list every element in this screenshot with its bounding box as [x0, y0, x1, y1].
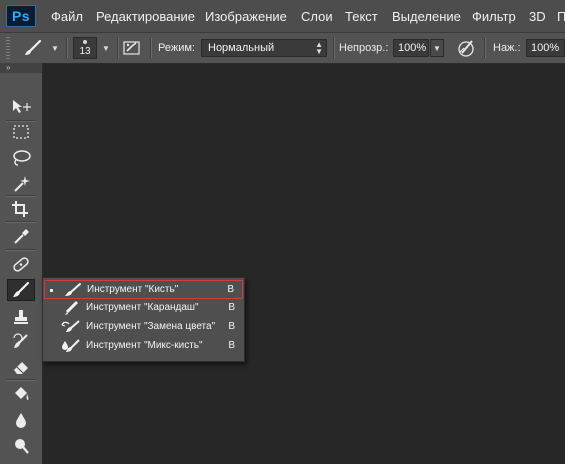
selected-bullet-icon — [50, 289, 53, 292]
history-brush-icon — [13, 333, 28, 348]
flyout-item-label: Инструмент "Карандаш" — [86, 302, 199, 313]
opacity-value: 100% — [398, 42, 427, 54]
menu-select[interactable]: Выделение — [392, 9, 461, 24]
brush-tip-icon — [83, 40, 87, 44]
tool-preset-picker[interactable] — [20, 38, 46, 58]
menu-edit[interactable]: Редактирование — [96, 9, 195, 24]
eraser-tool[interactable] — [7, 356, 35, 378]
chevron-down-icon[interactable]: ▼ — [50, 41, 60, 55]
options-bar-grip[interactable] — [6, 37, 10, 59]
menu-image[interactable]: Изображение — [205, 9, 287, 24]
flyout-item-label: Инструмент "Микс-кисть" — [86, 340, 203, 351]
collapse-icon[interactable]: » — [6, 63, 10, 72]
menu-filter[interactable]: Фильтр — [472, 9, 516, 24]
marquee-tool[interactable] — [7, 121, 35, 143]
chevron-down-icon[interactable]: ▼ — [99, 39, 113, 57]
menu-layers[interactable]: Слои — [301, 9, 333, 24]
flyout-item-pencil[interactable]: Инструмент "Карандаш" B — [44, 299, 243, 318]
brush-panel-toggle[interactable] — [122, 39, 142, 57]
flyout-item-brush[interactable]: Инструмент "Кисть" B — [44, 280, 243, 299]
dodge-tool[interactable] — [7, 435, 35, 457]
flyout-item-label: Инструмент "Кисть" — [87, 284, 179, 295]
opacity-label: Непрозр.: — [339, 42, 389, 54]
flyout-item-shortcut: B — [228, 321, 235, 332]
flyout-item-label: Инструмент "Замена цвета" — [86, 321, 216, 332]
history-brush-tool[interactable] — [7, 331, 35, 353]
brush-icon — [13, 281, 30, 297]
chevron-down-icon[interactable]: ▼ — [430, 39, 444, 57]
blur-drop-icon — [16, 413, 26, 428]
flyout-item-shortcut: B — [228, 302, 235, 313]
brush-size-value: 13 — [79, 46, 91, 57]
flow-label: Наж.: — [493, 42, 521, 54]
canvas-area[interactable] — [43, 64, 565, 464]
stamp-icon — [14, 310, 28, 324]
photoshop-logo: Ps — [6, 5, 36, 27]
menu-view[interactable]: П — [557, 9, 565, 24]
brush-icon — [25, 39, 42, 55]
brush-panel-icon — [123, 41, 140, 55]
menu-file[interactable]: Файл — [51, 9, 83, 24]
brush-tools-flyout: Инструмент "Кисть" B Инструмент "Каранда… — [42, 277, 245, 362]
mode-label: Режим: — [158, 42, 195, 54]
lasso-icon — [13, 150, 31, 166]
eyedropper-icon — [14, 229, 29, 244]
lasso-tool[interactable] — [7, 147, 35, 169]
tablet-pressure-icon — [458, 40, 474, 57]
options-bar: ▼ 13 ▼ Режим: Нормальный ▲ ▼ Непрозр.: 10… — [0, 33, 565, 64]
flyout-item-color-replacement[interactable]: Инструмент "Замена цвета" B — [44, 318, 243, 337]
bandage-icon — [13, 257, 29, 272]
mixer-brush-icon — [62, 339, 80, 352]
eyedropper-tool[interactable] — [7, 225, 35, 247]
move-tool[interactable] — [7, 95, 35, 117]
crop-tool[interactable] — [7, 198, 35, 220]
healing-brush-tool[interactable] — [7, 253, 35, 275]
magic-wand-icon — [14, 176, 30, 192]
flow-value: 100% — [531, 42, 560, 54]
updown-arrows-icon: ▲ ▼ — [315, 40, 323, 56]
tools-panel-header[interactable]: » — [0, 63, 42, 73]
eraser-icon — [14, 362, 28, 374]
crop-icon — [12, 201, 28, 217]
magic-wand-tool[interactable] — [7, 173, 35, 195]
menu-type[interactable]: Текст — [345, 9, 378, 24]
brush-size-picker[interactable]: 13 — [73, 37, 97, 59]
paint-bucket-icon — [15, 387, 29, 400]
clone-stamp-tool[interactable] — [7, 306, 35, 328]
blur-tool[interactable] — [7, 409, 35, 431]
pencil-icon — [65, 300, 79, 315]
paint-bucket-tool[interactable] — [7, 383, 35, 405]
flyout-item-shortcut: B — [227, 284, 234, 295]
brush-tool[interactable] — [7, 279, 35, 301]
dodge-icon — [15, 439, 29, 454]
brush-icon — [65, 283, 81, 296]
flyout-item-mixer-brush[interactable]: Инструмент "Микс-кисть" B — [44, 337, 243, 356]
opacity-input[interactable]: 100% — [393, 39, 429, 57]
mode-value: Нормальный — [208, 42, 275, 54]
mode-select[interactable]: Нормальный ▲ ▼ — [201, 39, 327, 57]
flyout-item-shortcut: B — [228, 340, 235, 351]
menu-3d[interactable]: 3D — [529, 9, 546, 24]
flow-input[interactable]: 100% — [526, 39, 565, 57]
color-replacement-icon — [61, 320, 80, 332]
marquee-icon — [13, 125, 29, 139]
tools-panel: » — [0, 63, 43, 464]
menu-bar: Ps Файл Редактирование Изображение Слои … — [0, 0, 565, 33]
move-icon — [13, 100, 31, 113]
pressure-opacity-toggle[interactable] — [454, 38, 478, 58]
